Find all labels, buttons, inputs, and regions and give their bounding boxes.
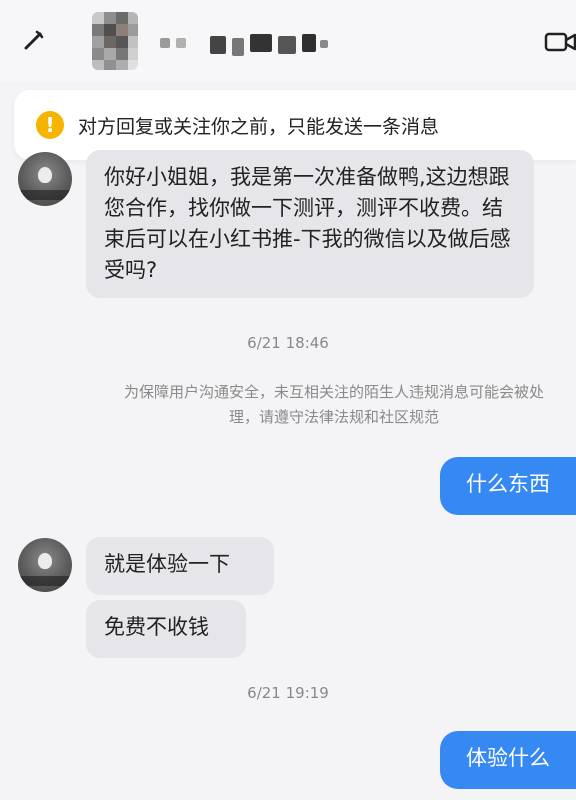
message-bubble-incoming[interactable]: 免费不收钱 bbox=[86, 600, 246, 658]
message-bubble-outgoing[interactable]: 什么东西 bbox=[440, 457, 576, 515]
notice-text: 对方回复或关注你之前，只能发送一条消息 bbox=[78, 116, 440, 138]
back-icon[interactable] bbox=[22, 28, 46, 52]
message-bubble-incoming[interactable]: 就是体验一下 bbox=[86, 537, 274, 595]
chat-header bbox=[0, 0, 576, 82]
system-notice-line1: 为保障用户沟通安全，未互相关注的陌生人违规消息可能会被处 bbox=[123, 383, 544, 401]
contact-avatar[interactable] bbox=[92, 12, 138, 70]
message-timestamp: 6/21 19:19 bbox=[247, 684, 329, 702]
contact-avatar-small[interactable] bbox=[18, 538, 72, 592]
video-call-icon[interactable] bbox=[544, 30, 576, 54]
message-bubble-outgoing[interactable]: 体验什么 bbox=[440, 731, 576, 789]
system-notice-line2: 理，请遵守法律法规和社区规范 bbox=[228, 408, 439, 426]
contact-avatar-small[interactable] bbox=[18, 152, 72, 206]
message-bubble-incoming[interactable]: 你好小姐姐，我是第一次准备做鸭,这边想跟您合作，找你做一下测评，测评不收费。结束… bbox=[86, 150, 534, 298]
system-safety-notice: 为保障用户沟通安全，未互相关注的陌生人违规消息可能会被处 理，请遵守法律法规和社… bbox=[74, 380, 576, 430]
contact-name-obscured bbox=[160, 34, 330, 56]
message-timestamp: 6/21 18:46 bbox=[247, 334, 329, 352]
warning-icon: ! bbox=[36, 111, 64, 139]
